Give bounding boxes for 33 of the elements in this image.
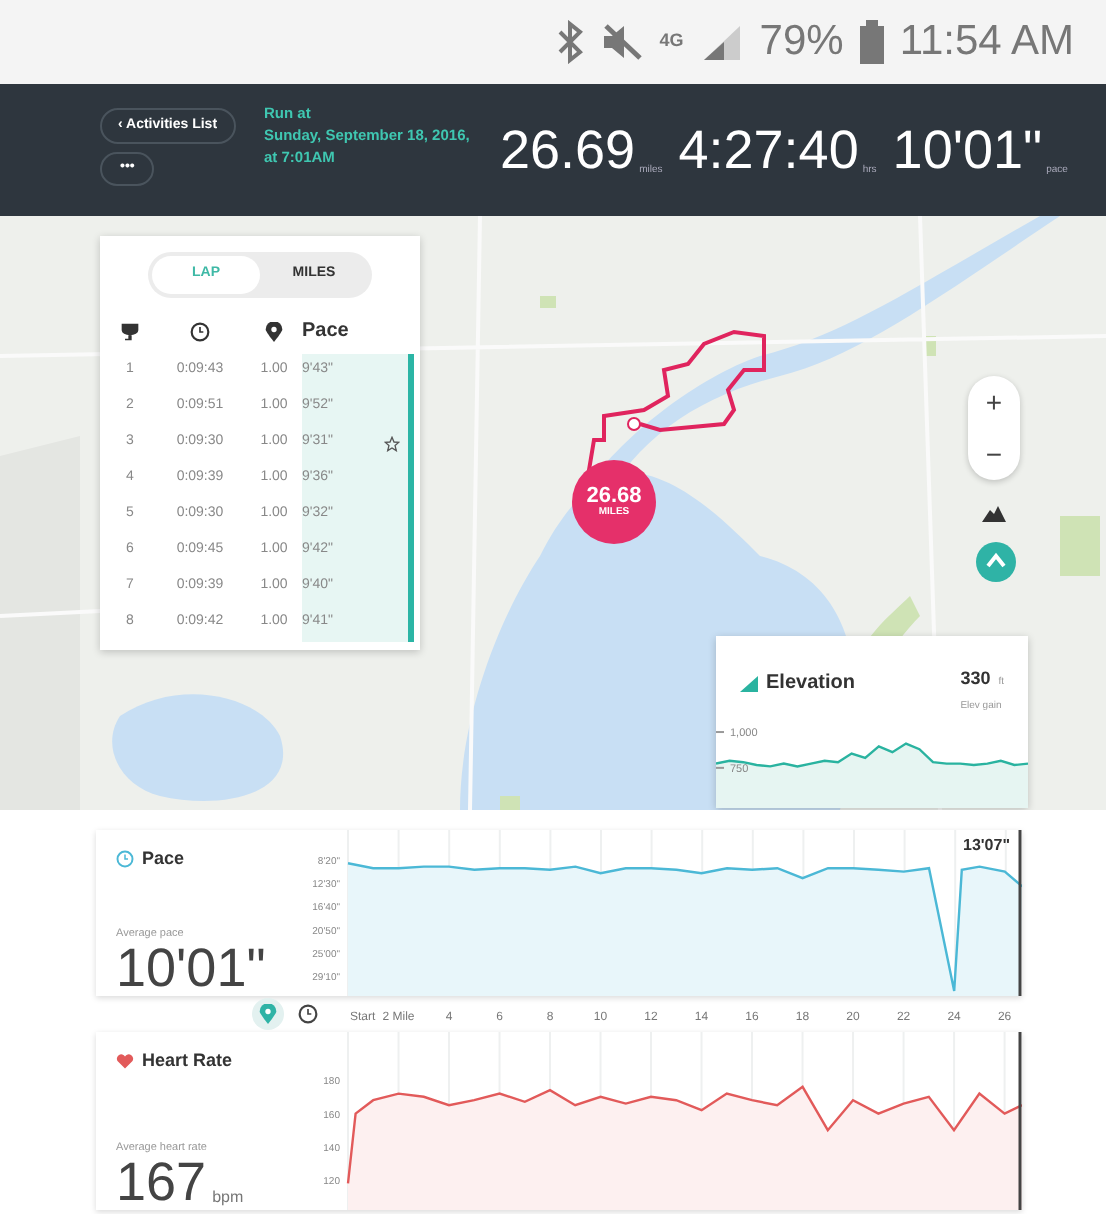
- average-unit: bpm: [212, 1186, 244, 1210]
- zoom-out-button[interactable]: −: [968, 428, 1020, 480]
- card-title: Pace: [142, 846, 185, 872]
- column-heading: Pace: [302, 318, 351, 346]
- stat-value: 4:27:40: [678, 124, 859, 178]
- stat-value: 10'01": [892, 124, 1043, 178]
- clock-icon: [298, 1004, 318, 1024]
- battery-level: 79%: [759, 16, 844, 69]
- signal-icon: [699, 22, 744, 62]
- location-pin-icon: [258, 1004, 278, 1024]
- network-label: 4G: [659, 28, 684, 55]
- star-icon: [383, 435, 399, 451]
- location-pin-toggle[interactable]: [252, 998, 284, 1030]
- trophy-icon: [120, 321, 140, 341]
- arrow-up-icon[interactable]: [976, 542, 1016, 582]
- card-title: Heart Rate: [142, 1048, 233, 1074]
- clock-time: 11:54 AM: [899, 16, 1074, 69]
- elevation-value: 330: [960, 668, 991, 688]
- average-value: 10'01": [116, 942, 266, 996]
- mute-icon: [599, 22, 644, 62]
- elevation-icon: [740, 675, 758, 692]
- battery-icon: [859, 20, 884, 64]
- clock-icon: [190, 321, 210, 341]
- card-title: Elevation: [766, 670, 855, 699]
- stat-value: 26.69: [500, 124, 636, 178]
- zoom-in-button[interactable]: +: [968, 376, 1020, 428]
- average-value: 167: [116, 1156, 207, 1210]
- location-pin-icon: [264, 321, 284, 341]
- clock-icon: [116, 850, 134, 869]
- heart-icon: [116, 1052, 134, 1071]
- end-value-label: 13'07": [963, 836, 1010, 854]
- distance-value: 26.68: [586, 486, 642, 508]
- bluetooth-icon: [555, 20, 584, 64]
